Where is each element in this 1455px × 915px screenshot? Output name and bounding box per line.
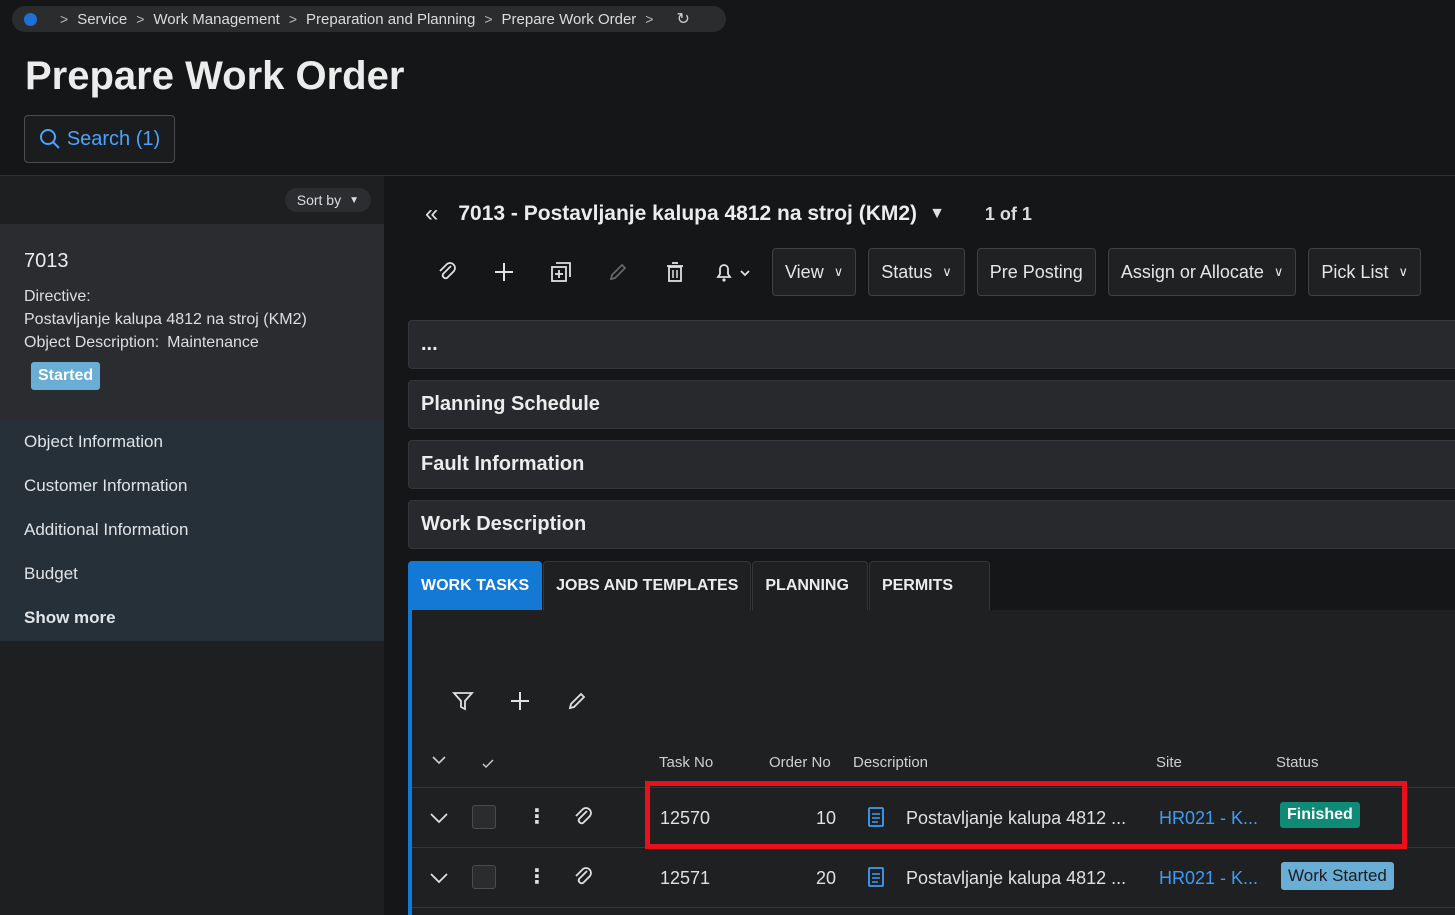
edit-icon[interactable]	[589, 248, 646, 296]
site-link[interactable]: HR021 - K...	[1159, 868, 1258, 889]
toolbar: View ∨ Status ∨ Pre Posting Assign or Allo…	[418, 248, 1421, 296]
object-description-label: Object Description:	[24, 334, 160, 351]
chevron-down-icon: ∨	[1273, 264, 1284, 279]
attachment-icon[interactable]	[572, 866, 594, 893]
notification-bell-icon[interactable]	[703, 248, 760, 296]
pick-list-label: Pick List	[1321, 261, 1389, 282]
select-all-checkmark-icon[interactable]	[482, 756, 494, 773]
chevron-right-icon: >	[60, 11, 69, 27]
chevron-right-icon: >	[484, 11, 493, 27]
status-badge: Work Started	[1281, 862, 1394, 890]
record-card[interactable]: 7013 Directive: Postavljanje kalupa 4812…	[0, 224, 384, 420]
view-label: View	[785, 261, 824, 282]
status-badge: Started	[31, 362, 101, 390]
filter-icon[interactable]	[434, 683, 491, 719]
tab-permits[interactable]: PERMITS	[868, 561, 991, 610]
add-icon[interactable]	[491, 683, 548, 719]
record-count: 1 of 1	[984, 203, 1032, 224]
more-options-icon[interactable]: ⋮	[527, 864, 547, 889]
column-status[interactable]: Status	[1276, 754, 1319, 771]
record-id: 7013	[24, 250, 69, 272]
object-description-value: Maintenance	[167, 334, 259, 351]
column-description[interactable]: Description	[853, 754, 928, 771]
row-checkbox[interactable]	[472, 805, 496, 829]
pre-posting-button[interactable]: Pre Posting	[976, 248, 1096, 296]
nav-object-information[interactable]: Object Information	[0, 420, 384, 464]
record-list-panel: Sort by ▼ 7013 Directive: Postavljanje k…	[0, 176, 384, 915]
planning-schedule-section[interactable]: Planning Schedule	[408, 380, 1455, 429]
column-task-no[interactable]: Task No	[659, 754, 713, 771]
table-row[interactable]: ⋮ 12571 20 Postavljanje kalupa 4812 ... …	[412, 848, 1455, 908]
highlight-box	[645, 781, 1407, 849]
status-button[interactable]: Status ∨	[868, 248, 965, 296]
chevron-right-icon: >	[288, 11, 298, 27]
breadcrumb-preparation-planning[interactable]: Preparation and Planning	[306, 11, 475, 28]
view-button[interactable]: View ∨	[772, 248, 857, 296]
task-no: 12571	[660, 868, 711, 888]
breadcrumb-service[interactable]: Service	[77, 11, 127, 28]
show-more-link[interactable]: Show more	[0, 596, 384, 640]
pick-list-button[interactable]: Pick List ∨	[1308, 248, 1421, 296]
record-header: « 7013 - Postavljanje kalupa 4812 na str…	[425, 196, 1032, 232]
search-icon	[39, 129, 60, 149]
delete-icon[interactable]	[646, 248, 703, 296]
section-nav: Object Information Customer Information …	[0, 420, 384, 641]
column-order-no[interactable]: Order No	[769, 754, 831, 771]
attachment-icon[interactable]	[418, 248, 475, 296]
column-site[interactable]: Site	[1156, 754, 1182, 771]
expand-all-icon[interactable]	[432, 752, 446, 769]
tab-planning[interactable]: PLANNING	[752, 561, 868, 610]
sort-by-button[interactable]: Sort by ▼	[284, 188, 371, 212]
directive-label: Directive:	[24, 288, 91, 305]
order-no: 20	[815, 868, 836, 888]
chevron-down-icon: ∨	[1398, 264, 1408, 279]
chevron-right-icon: >	[136, 11, 145, 27]
chevron-down-icon: ∨	[833, 264, 844, 279]
tab-jobs-templates[interactable]: JOBS AND TEMPLATES	[543, 561, 752, 610]
object-description: Object Description: Maintenance	[24, 331, 360, 354]
tab-bar: WORK TASKS JOBS AND TEMPLATES PLANNING P…	[408, 561, 991, 610]
edit-icon[interactable]	[548, 683, 605, 719]
more-section[interactable]: ...	[408, 320, 1455, 369]
tab-work-tasks[interactable]: WORK TASKS	[408, 561, 543, 610]
nav-additional-information[interactable]: Additional Information	[0, 508, 384, 552]
page-title: Prepare Work Order	[25, 54, 405, 98]
nav-customer-information[interactable]: Customer Information	[0, 464, 384, 508]
expand-row-icon[interactable]	[430, 868, 448, 889]
record-title: 7013 - Postavljanje kalupa 4812 na stroj…	[458, 202, 918, 225]
work-description-section[interactable]: Work Description	[408, 500, 1455, 549]
work-tasks-panel: Task No Order No Description Site Status…	[408, 610, 1455, 915]
breadcrumb-prepare-work-order[interactable]: Prepare Work Order	[502, 11, 637, 28]
breadcrumb: > Service > Work Management > Preparatio…	[12, 6, 726, 32]
document-icon[interactable]	[867, 866, 885, 893]
pre-posting-label: Pre Posting	[989, 261, 1083, 282]
table-toolbar	[434, 683, 605, 719]
row-checkbox[interactable]	[472, 865, 496, 889]
chevron-right-icon: >	[645, 11, 654, 27]
caret-down-icon: ▼	[349, 194, 359, 206]
home-icon[interactable]	[24, 12, 37, 26]
caret-down-icon[interactable]: ▼	[929, 205, 945, 223]
chevron-down-icon: ∨	[942, 264, 952, 279]
refresh-icon[interactable]: ↻	[676, 9, 689, 29]
breadcrumb-work-management[interactable]: Work Management	[153, 11, 279, 28]
assign-allocate-label: Assign or Allocate	[1120, 261, 1264, 282]
attachment-icon[interactable]	[572, 806, 594, 833]
fault-information-section[interactable]: Fault Information	[408, 440, 1455, 489]
more-options-icon[interactable]: ⋮	[527, 804, 547, 829]
directive-value: Postavljanje kalupa 4812 na stroj (KM2)	[24, 311, 307, 328]
sort-by-label: Sort by	[296, 192, 342, 208]
duplicate-icon[interactable]	[532, 248, 589, 296]
nav-budget[interactable]: Budget	[0, 552, 384, 596]
expand-row-icon[interactable]	[430, 808, 448, 829]
status-label: Status	[881, 261, 933, 282]
search-label: Search (1)	[66, 127, 161, 150]
double-chevron-left-icon[interactable]: «	[425, 200, 438, 228]
add-icon[interactable]	[475, 248, 532, 296]
search-button[interactable]: Search (1)	[24, 115, 175, 163]
task-description: Postavljanje kalupa 4812 ...	[906, 868, 1127, 888]
assign-allocate-button[interactable]: Assign or Allocate ∨	[1107, 248, 1297, 296]
